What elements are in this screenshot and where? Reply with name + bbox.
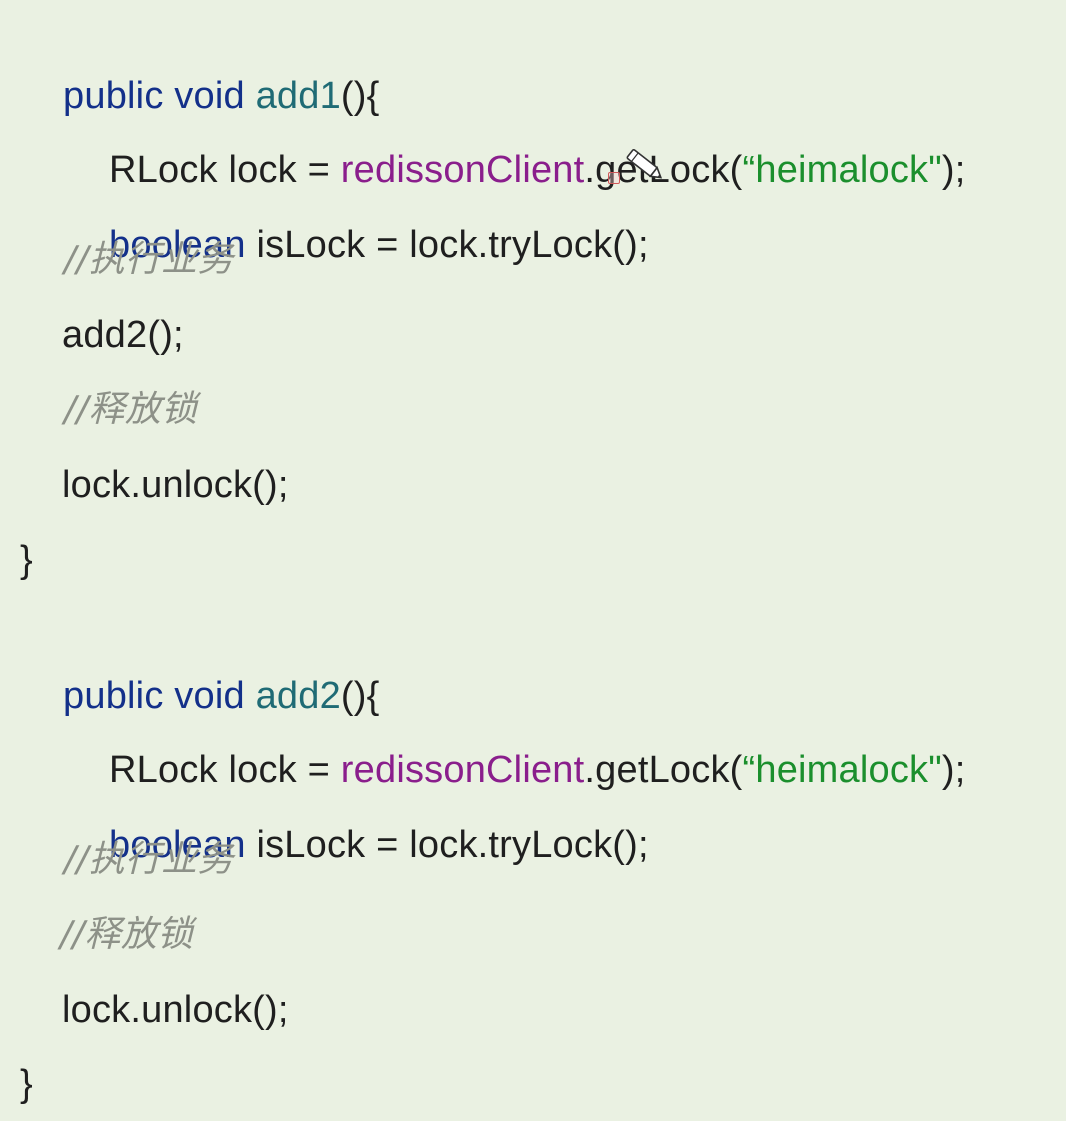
lock-name-string: “heimalock" [742,149,942,191]
trylock-rest: isLock = lock.tryLock(); [245,224,649,266]
method2-unlock: lock.unlock(); [62,989,289,1031]
pencil-icon [626,148,663,179]
method2-comment-exec: //执行业务 [64,839,234,880]
method1-comment-exec: //执行业务 [64,239,234,280]
line-end: ); [941,749,966,791]
method2-signature: public void add2(){ [20,606,380,717]
code-slide: public void add1(){ RLock lock = redisso… [0,0,1066,1121]
line-end: ); [941,149,966,191]
method2-trylock-line: boolean isLock = lock.tryLock(); [66,755,649,866]
lock-name-string: “heimalock" [742,749,942,791]
method1-call-add2: add2(); [62,314,184,356]
method1-trylock-line: boolean isLock = lock.tryLock(); [66,155,649,266]
method1-comment-release: //释放锁 [64,389,198,430]
method2-comment-release: //释放锁 [60,914,194,955]
text-cursor-marker [608,172,620,184]
method1-unlock: lock.unlock(); [62,464,289,506]
method2-close-brace: } [20,1063,33,1105]
method1-signature: public void add1(){ [20,6,380,117]
trylock-rest: isLock = lock.tryLock(); [245,824,649,866]
method2-rlock-line: RLock lock = redissonClient.getLock(“hei… [66,680,966,791]
method1-close-brace: } [20,539,33,581]
method1-rlock-line: RLock lock = redissonClient.getLock(“hei… [66,80,966,191]
